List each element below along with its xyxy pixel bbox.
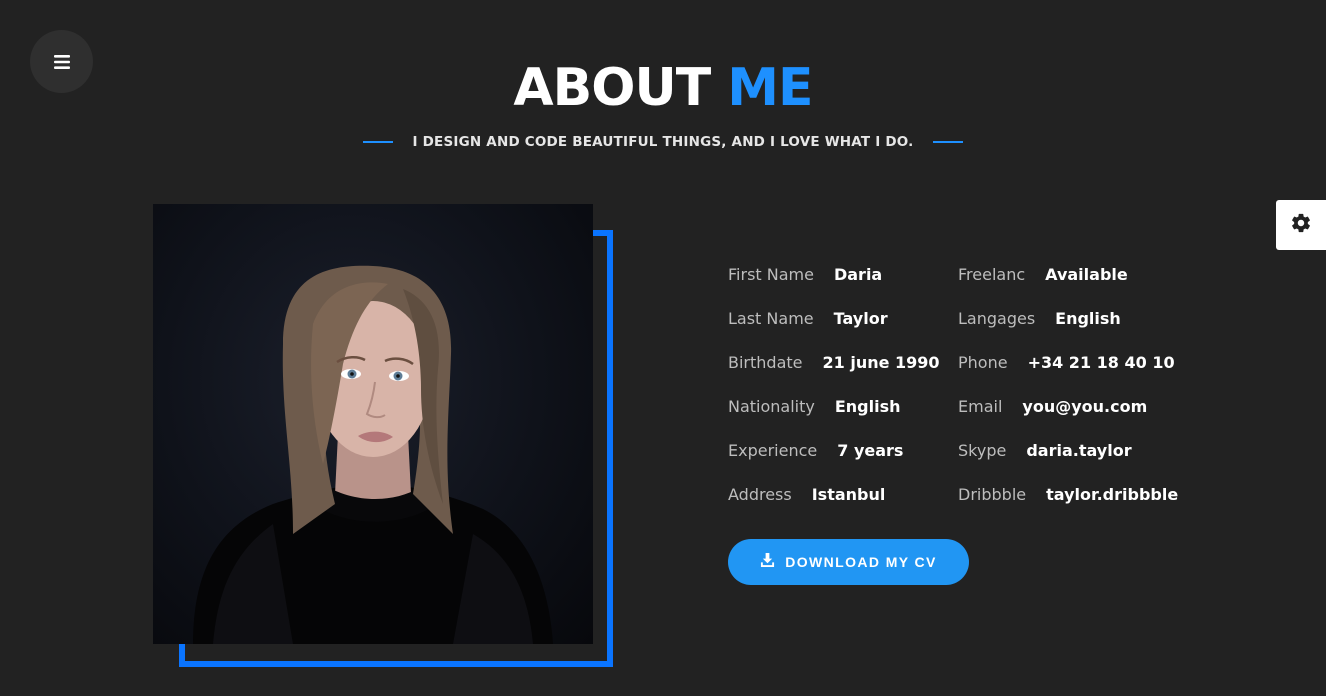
settings-button[interactable]	[1276, 200, 1326, 250]
subtitle-row: I DESIGN AND CODE BEAUTIFUL THINGS, AND …	[0, 134, 1326, 150]
info-value: Available	[1045, 265, 1128, 284]
info-label: Skype	[958, 441, 1007, 460]
page-title: ABOUT ME	[0, 58, 1326, 118]
info-value: 7 years	[837, 441, 904, 460]
subtitle-divider-left	[362, 141, 393, 143]
info-row: Address Istanbul Dribbble taylor.dribbbl…	[728, 473, 1228, 517]
download-cv-button[interactable]: DOWNLOAD MY CV	[728, 539, 969, 585]
info-label: Phone	[958, 353, 1008, 372]
info-label: Langages	[958, 309, 1036, 328]
gear-icon	[1290, 212, 1312, 239]
info-label: Birthdate	[728, 353, 803, 372]
info-label: Last Name	[728, 309, 814, 328]
info-label: First Name	[728, 265, 814, 284]
info-value: you@you.com	[1022, 397, 1148, 416]
info-item-address: Address Istanbul	[728, 473, 885, 517]
info-item-birthdate: Birthdate 21 june 1990	[728, 341, 940, 385]
info-label: Email	[958, 397, 1003, 416]
download-cv-label: DOWNLOAD MY CV	[785, 554, 937, 570]
info-row: Birthdate 21 june 1990 Phone +34 21 18 4…	[728, 341, 1228, 385]
info-value: +34 21 18 40 10	[1027, 353, 1175, 372]
info-label: Dribbble	[958, 485, 1027, 504]
info-label: Experience	[728, 441, 818, 460]
info-value: English	[1055, 309, 1121, 328]
profile-photo	[153, 204, 593, 644]
info-item-phone: Phone +34 21 18 40 10	[958, 341, 1175, 385]
info-label: Nationality	[728, 397, 815, 416]
info-item-freelance: Freelanc Available	[958, 253, 1128, 297]
info-value: daria.taylor	[1026, 441, 1132, 460]
info-item-experience: Experience 7 years	[728, 429, 903, 473]
info-row: Last Name Taylor Langages English	[728, 297, 1228, 341]
info-item-skype: Skype daria.taylor	[958, 429, 1132, 473]
info-item-dribbble: Dribbble taylor.dribbble	[958, 473, 1178, 517]
info-value: Daria	[833, 265, 883, 284]
info-value: Istanbul	[811, 485, 886, 504]
subtitle-divider-right	[933, 141, 964, 143]
personal-info: First Name Daria Freelanc Available Last…	[728, 253, 1228, 517]
info-item-nationality: Nationality English	[728, 385, 901, 429]
info-value: Taylor	[833, 309, 888, 328]
title-accent: ME	[727, 58, 813, 118]
info-item-languages: Langages English	[958, 297, 1121, 341]
info-row: Experience 7 years Skype daria.taylor	[728, 429, 1228, 473]
info-item-email: Email you@you.com	[958, 385, 1147, 429]
download-icon	[760, 552, 775, 572]
info-item-last-name: Last Name Taylor	[728, 297, 888, 341]
page-subtitle: I DESIGN AND CODE BEAUTIFUL THINGS, AND …	[412, 134, 914, 150]
info-row: First Name Daria Freelanc Available	[728, 253, 1228, 297]
title-main: ABOUT	[513, 58, 711, 118]
info-label: Freelanc	[958, 265, 1026, 284]
info-value: English	[834, 397, 901, 416]
info-label: Address	[728, 485, 792, 504]
info-item-first-name: First Name Daria	[728, 253, 882, 297]
info-value: 21 june 1990	[822, 353, 940, 372]
info-value: taylor.dribbble	[1046, 485, 1179, 504]
info-row: Nationality English Email you@you.com	[728, 385, 1228, 429]
